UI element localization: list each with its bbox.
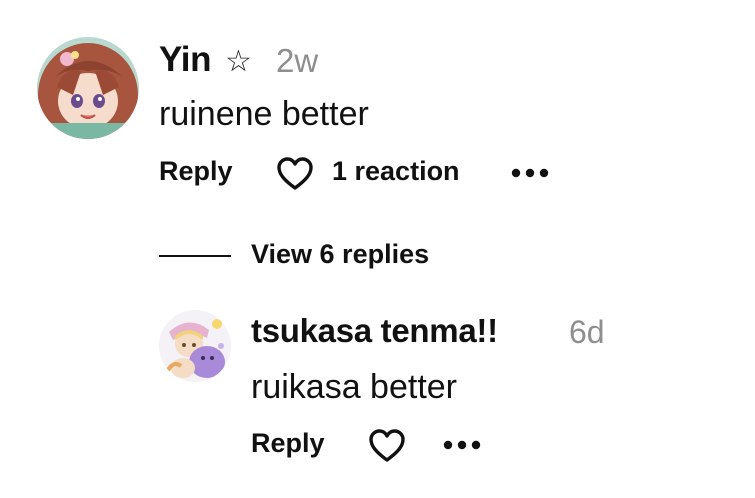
reply-reply-button[interactable]: Reply [251,428,325,459]
more-horizontal-icon[interactable] [510,162,550,184]
comment-timestamp: 2w [276,42,319,79]
view-replies-button[interactable]: View 6 replies [251,239,429,270]
comment-text: ruinene better [159,95,369,133]
replies-divider [159,255,231,257]
reply-timestamp: 6d [569,314,605,350]
comment-author[interactable]: Yin [159,40,212,80]
heart-outline-icon[interactable] [276,156,314,192]
avatar[interactable] [37,37,139,139]
reply-text: ruikasa better [251,368,457,406]
more-horizontal-icon[interactable] [442,434,482,456]
star-outline-icon: ☆ [225,45,252,78]
reply-button[interactable]: Reply [159,156,233,187]
reply-author[interactable]: tsukasa tenma!! [251,312,498,350]
heart-outline-icon[interactable] [368,428,406,464]
reply-avatar-image [159,310,231,382]
reply-avatar[interactable] [159,310,231,382]
avatar-image [37,37,139,139]
reaction-count[interactable]: 1 reaction [332,156,460,187]
